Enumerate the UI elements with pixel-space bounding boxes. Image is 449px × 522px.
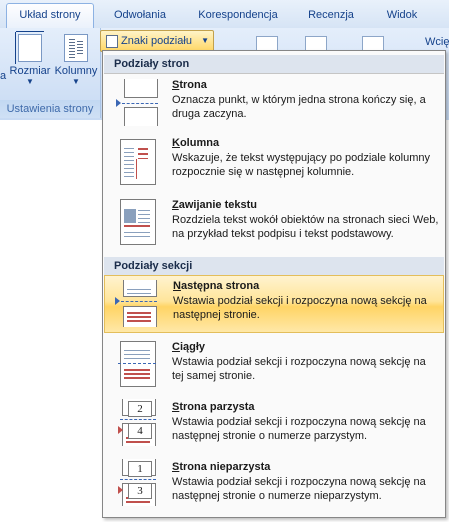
section-header-section-breaks: Podziały sekcji	[104, 257, 444, 276]
continuous-icon	[116, 341, 156, 387]
menu-item-even-page[interactable]: 2 4 Strona parzysta Wstawia podział sekc…	[104, 397, 444, 455]
chevron-down-icon: ▼	[201, 36, 209, 45]
menu-item-column-break[interactable]: Kolumna Wskazuje, że tekst występujący p…	[104, 133, 444, 191]
item-title: Strona nieparzysta	[172, 461, 271, 473]
tab-recenzja[interactable]: Recenzja	[298, 4, 364, 26]
page-size-icon	[15, 31, 44, 64]
item-title: Zawijanie tekstu	[172, 199, 257, 211]
ribbon-tab-bar: Układ strony Odwołania Korespondencja Re…	[0, 0, 449, 29]
odd-page-top-number: 1	[128, 461, 152, 477]
item-description: Wstawia podział sekcji i rozpoczyna nową…	[172, 416, 426, 442]
size-button[interactable]: Rozmiar ▼	[8, 31, 52, 86]
breaks-icon	[106, 35, 118, 48]
columns-label: Kolumny	[54, 65, 98, 77]
even-page-icon: 2 4	[116, 399, 156, 446]
next-page-icon	[115, 280, 157, 327]
item-title: Ciągły	[172, 341, 206, 353]
odd-page-icon: 1 3	[116, 459, 156, 506]
item-description: Wstawia podział sekcji i rozpoczyna nową…	[173, 295, 427, 321]
tab-widok[interactable]: Widok	[372, 4, 432, 26]
breaks-label: Znaki podziału	[121, 35, 192, 47]
section-header-page-breaks: Podziały stron	[104, 55, 444, 74]
item-description: Wskazuje, że tekst występujący po podzia…	[172, 152, 431, 178]
indent-label: Wcię	[425, 36, 449, 48]
odd-page-bottom-number: 3	[128, 483, 152, 499]
column-break-icon	[116, 139, 156, 185]
orientation-button[interactable]: a	[0, 70, 8, 82]
text-wrapping-icon	[116, 199, 156, 245]
menu-item-continuous[interactable]: Ciągły Wstawia podział sekcji i rozpoczy…	[104, 335, 444, 395]
page-setup-group: a Rozmiar ▼ Kolumny ▼ Ustawienia strony	[0, 28, 101, 118]
chevron-down-icon: ▼	[26, 77, 34, 86]
breaks-dropdown-menu: Podziały stron Strona Oznacza punkt, w k…	[102, 50, 446, 518]
menu-item-next-page[interactable]: Następna strona Wstawia podział sekcji i…	[104, 275, 444, 333]
chevron-down-icon: ▼	[72, 77, 80, 86]
item-title: Kolumna	[172, 137, 220, 149]
item-title: Strona	[172, 79, 207, 91]
tab-uklad-strony[interactable]: Układ strony	[6, 3, 94, 29]
item-description: Oznacza punkt, w którym jedna strona koń…	[172, 94, 426, 120]
group-label-page-setup: Ustawienia strony	[0, 100, 100, 118]
orientation-label: a	[0, 70, 7, 82]
even-page-top-number: 2	[128, 401, 152, 417]
columns-icon	[64, 34, 88, 62]
menu-item-odd-page[interactable]: 1 3 Strona nieparzysta Wstawia podział s…	[104, 457, 444, 515]
menu-item-page-break[interactable]: Strona Oznacza punkt, w którym jedna str…	[104, 75, 444, 131]
item-description: Wstawia podział sekcji i rozpoczyna nową…	[172, 356, 426, 382]
size-label: Rozmiar	[9, 65, 51, 77]
menu-item-text-wrapping[interactable]: Zawijanie tekstu Rozdziela tekst wokół o…	[104, 193, 444, 253]
page-break-icon	[116, 79, 158, 126]
item-title: Strona parzysta	[172, 401, 255, 413]
item-description: Rozdziela tekst wokół obiektów na strona…	[172, 214, 439, 240]
columns-button[interactable]: Kolumny ▼	[52, 34, 100, 86]
tab-odwolania[interactable]: Odwołania	[100, 4, 180, 26]
even-page-bottom-number: 4	[128, 423, 152, 439]
item-title: Następna strona	[173, 280, 260, 292]
item-description: Wstawia podział sekcji i rozpoczyna nową…	[172, 476, 426, 502]
tab-korespondencja[interactable]: Korespondencja	[186, 4, 290, 26]
breaks-button[interactable]: Znaki podziału ▼	[100, 30, 214, 52]
